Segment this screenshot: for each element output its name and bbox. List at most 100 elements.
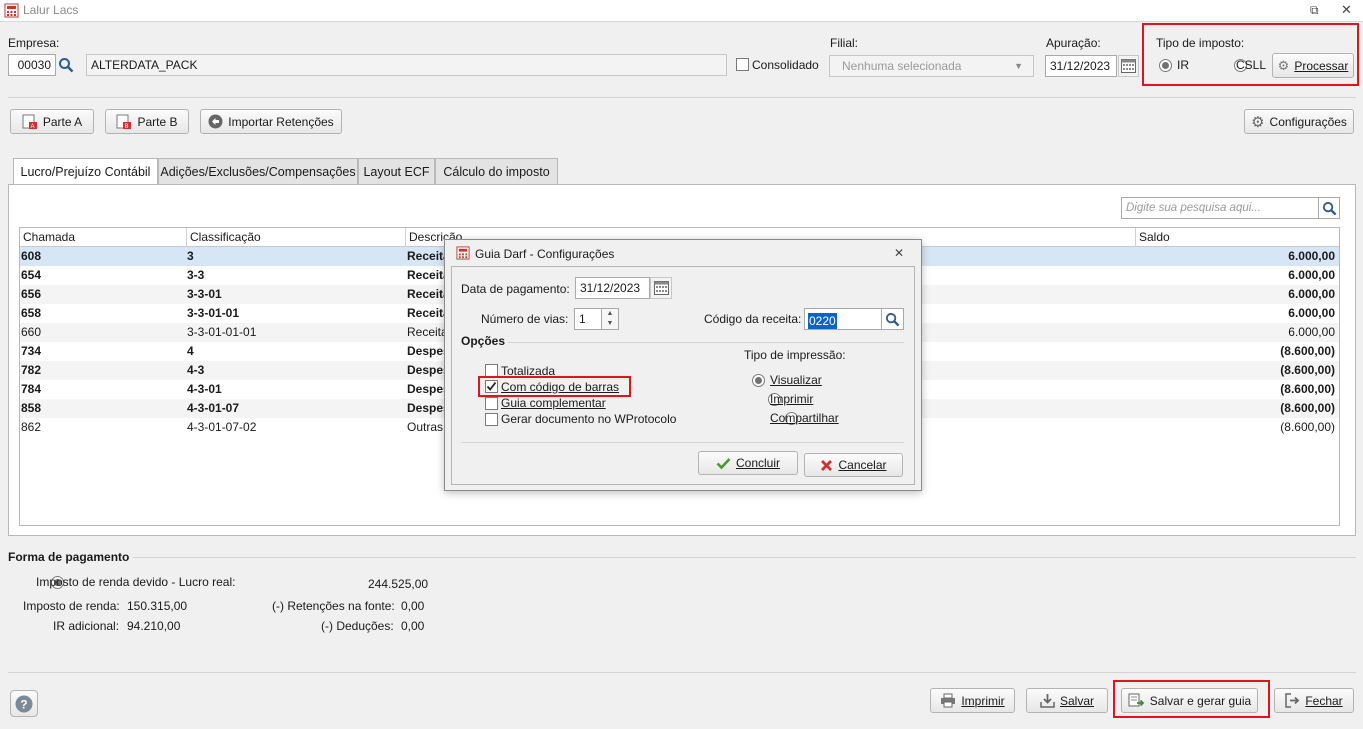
data-pagamento-input[interactable]: 31/12/2023	[575, 277, 650, 299]
compartilhar-label: Compartilhar	[770, 411, 839, 425]
codigo-barras-label: Com código de barras	[501, 380, 620, 394]
codigo-receita-search-button[interactable]	[881, 308, 904, 330]
codigo-receita-label: Código da receita:	[704, 312, 802, 326]
fechar-button[interactable]: Fechar	[1274, 688, 1354, 713]
printer-icon	[941, 693, 956, 708]
dialog-button-divider	[461, 442, 904, 443]
app-calculator-icon	[4, 3, 19, 18]
codigo-barras-checkbox[interactable]	[485, 380, 498, 393]
salvar-gerar-guia-button[interactable]: Salvar e gerar guia	[1121, 688, 1258, 713]
apuracao-date-input[interactable]: 31/12/2023	[1045, 55, 1117, 77]
tab-lucro-prejuizo[interactable]: Lucro/Prejuízo Contábil	[13, 158, 158, 185]
header-divider	[8, 97, 1356, 98]
chevron-down-icon: ▼	[1014, 61, 1023, 71]
processar-button[interactable]: ⚙ Processar	[1272, 53, 1354, 78]
numero-vias-label: Número de vias:	[481, 312, 569, 326]
dialog-body: Data de pagamento: 31/12/2023 Número de …	[451, 266, 915, 485]
guia-complementar-checkbox[interactable]	[485, 397, 498, 410]
parte-b-icon: B	[116, 114, 132, 130]
wprotocolo-checkbox[interactable]	[485, 413, 498, 426]
checkmark-icon	[486, 381, 497, 391]
spin-down-icon[interactable]: ▼	[602, 319, 618, 329]
empresa-name-field: ALTERDATA_PACK	[86, 54, 727, 76]
help-button[interactable]: ?	[10, 690, 38, 717]
check-icon	[716, 457, 731, 469]
guia-complementar-label: Guia complementar	[501, 396, 606, 410]
cancel-x-icon	[821, 459, 833, 471]
column-header-saldo[interactable]: Saldo	[1139, 230, 1170, 244]
footer-divider	[8, 672, 1356, 673]
search-button[interactable]	[1319, 197, 1340, 219]
forma-pagamento-divider	[133, 557, 1356, 558]
search-input[interactable]: Digite sua pesquisa aqui...	[1121, 197, 1319, 219]
data-pagamento-label: Data de pagamento:	[461, 282, 570, 296]
visualizar-radio[interactable]	[752, 374, 765, 387]
title-bar: Lalur Lacs ⧉ ✕	[0, 0, 1363, 22]
ir-radio[interactable]	[1159, 59, 1172, 72]
ir-label: IR	[1177, 58, 1189, 72]
save-download-icon	[1040, 694, 1055, 708]
column-header-chamada[interactable]: Chamada	[23, 230, 75, 244]
gear-icon: ⚙	[1251, 113, 1265, 131]
salvar-button[interactable]: Salvar	[1026, 688, 1108, 713]
dialog-calculator-icon	[456, 246, 470, 260]
tipo-impressao-label: Tipo de impressão:	[744, 348, 846, 362]
tab-adicoes-exclusoes[interactable]: Adições/Exclusões/Compensações	[158, 158, 358, 184]
svg-text:B: B	[125, 124, 129, 130]
search-icon	[885, 312, 900, 326]
exit-icon	[1285, 693, 1300, 708]
tipo-imposto-label: Tipo de imposto:	[1156, 36, 1245, 50]
empresa-label: Empresa:	[8, 36, 60, 50]
wprotocolo-label: Gerar documento no WProtocolo	[501, 412, 677, 426]
spin-up-icon[interactable]: ▲	[602, 309, 618, 319]
configuracoes-button[interactable]: ⚙ Configurações	[1244, 109, 1354, 134]
dialog-close-icon[interactable]: ✕	[894, 246, 904, 260]
codigo-receita-input[interactable]: 0220	[804, 308, 882, 330]
importar-retencoes-button[interactable]: Importar Retenções	[200, 109, 342, 134]
visualizar-label: Visualizar	[770, 373, 822, 387]
imprimir-button[interactable]: Imprimir	[930, 688, 1015, 713]
deducoes-label: (-) Deduções:	[321, 619, 394, 633]
gear-icon: ⚙	[1277, 57, 1290, 73]
tab-layout-ecf[interactable]: Layout ECF	[358, 158, 435, 184]
tab-calculo-imposto[interactable]: Cálculo do imposto	[435, 158, 558, 184]
concluir-button[interactable]: Concluir	[698, 451, 798, 475]
tab-strip: Lucro/Prejuízo Contábil Adições/Exclusõe…	[13, 158, 558, 185]
parte-b-button[interactable]: B Parte B	[105, 109, 189, 134]
restore-window-icon[interactable]: ⧉	[1310, 3, 1319, 18]
imposto-renda-value: 150.315,00	[127, 599, 188, 613]
cancelar-button[interactable]: Cancelar	[804, 453, 903, 477]
empresa-search-button[interactable]	[56, 54, 76, 76]
numero-vias-input[interactable]: 1	[574, 308, 602, 330]
dialog-title: Guia Darf - Configurações	[475, 247, 615, 261]
document-arrow-icon	[1128, 693, 1145, 707]
apuracao-calendar-button[interactable]	[1118, 55, 1139, 77]
filial-value: Nenhuma selecionada	[842, 59, 962, 73]
imposto-renda-label: Imposto de renda:	[23, 599, 120, 613]
guia-darf-dialog: Guia Darf - Configurações ✕ Data de paga…	[444, 239, 922, 491]
filial-label: Filial:	[830, 36, 859, 50]
imprimir-label: Imprimir	[770, 392, 814, 406]
empresa-code-input[interactable]: 00030	[8, 54, 56, 76]
retencoes-value: 0,00	[401, 599, 425, 613]
numero-vias-spinner[interactable]: ▲ ▼	[602, 308, 619, 330]
svg-text:A: A	[30, 124, 34, 130]
deducoes-value: 0,00	[401, 619, 425, 633]
forma-pagamento-title: Forma de pagamento	[8, 550, 130, 564]
retencoes-label: (-) Retenções na fonte:	[272, 599, 395, 613]
window-title: Lalur Lacs	[23, 3, 79, 17]
imposto-devido-value: 244.525,00	[368, 577, 429, 591]
calendar-icon	[1121, 59, 1136, 73]
filial-select[interactable]: Nenhuma selecionada ▼	[829, 55, 1034, 77]
data-pagamento-calendar-button[interactable]	[650, 277, 672, 299]
search-icon	[59, 58, 74, 73]
parte-a-button[interactable]: A Parte A	[10, 109, 94, 134]
close-window-icon[interactable]: ✕	[1341, 2, 1352, 18]
opcoes-label: Opções	[461, 334, 506, 348]
column-header-classificacao[interactable]: Classificação	[190, 230, 261, 244]
ir-adicional-value: 94.210,00	[127, 619, 181, 633]
imposto-devido-label: Imposto de renda devido - Lucro real:	[36, 575, 236, 589]
consolidado-checkbox[interactable]	[736, 58, 749, 71]
search-icon	[1322, 201, 1336, 215]
help-icon: ?	[15, 695, 33, 712]
